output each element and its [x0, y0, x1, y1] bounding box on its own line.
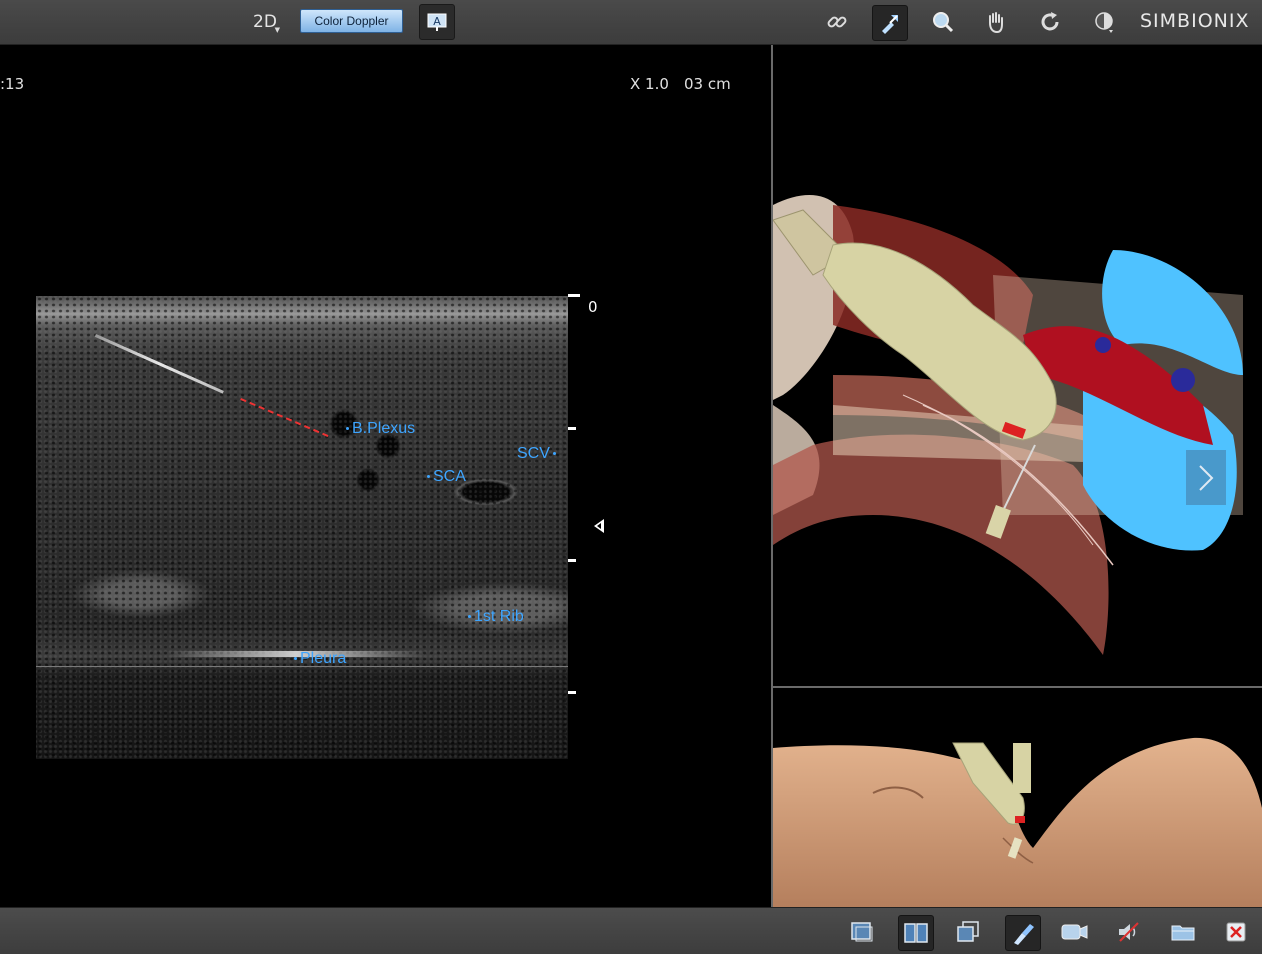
single-view-icon — [851, 922, 873, 942]
close-button[interactable] — [1219, 915, 1253, 949]
color-doppler-button[interactable]: Color Doppler — [300, 9, 403, 33]
overlay-view-icon — [957, 921, 979, 942]
label-scv-text: SCV — [517, 445, 550, 462]
label-b-plexus-text: B.Plexus — [352, 420, 416, 437]
folder-icon — [1171, 925, 1195, 941]
overlay-view-button[interactable] — [951, 915, 985, 949]
anatomy-3d-render — [773, 195, 1243, 655]
label-sca-text: SCA — [433, 468, 466, 485]
mode-2d-dropdown[interactable]: 2D ▼ — [248, 8, 282, 36]
link-icon — [827, 16, 847, 28]
depth-scale-zero: 0 — [588, 298, 598, 316]
pan-hand-icon — [989, 12, 1003, 34]
folder-button[interactable] — [1166, 915, 1200, 949]
sound-button[interactable] — [1112, 915, 1146, 949]
camera-button[interactable] — [1058, 915, 1092, 949]
mannequin-view[interactable] — [773, 688, 1262, 907]
timer-readout: :13 — [0, 75, 25, 93]
label-first-rib: 1st Rib — [468, 608, 524, 626]
brand-logo: SIMBIONIX — [1140, 10, 1250, 32]
probe-view-button[interactable] — [1005, 915, 1041, 951]
sound-icon — [1119, 922, 1139, 942]
svg-text:A: A — [433, 15, 441, 28]
rotate-button[interactable] — [1033, 5, 1067, 39]
probe-tool-icon — [882, 15, 898, 34]
label-sca: SCA — [427, 468, 466, 486]
anatomy-3d-view[interactable] — [773, 45, 1262, 686]
rotate-icon — [1041, 12, 1059, 31]
chevron-right-icon — [1199, 464, 1214, 491]
label-b-plexus: B.Plexus — [346, 420, 415, 438]
zoom-icon — [933, 12, 954, 33]
label-pleura: Pleura — [294, 650, 346, 668]
camera-icon — [1061, 924, 1088, 940]
label-scv: SCV — [517, 445, 559, 463]
close-icon — [1226, 922, 1246, 942]
ultrasound-image[interactable] — [36, 296, 568, 759]
depth-scale-tick — [568, 427, 576, 430]
depth-scale-tick — [568, 691, 576, 694]
chevron-down-icon: ▼ — [274, 26, 280, 34]
zoom-button[interactable] — [926, 5, 960, 39]
pan-button[interactable] — [979, 5, 1013, 39]
speckle-texture — [36, 296, 568, 759]
next-view-button[interactable] — [1186, 450, 1226, 505]
link-button[interactable] — [820, 5, 854, 39]
depth-scale-tick — [568, 559, 576, 562]
probe-tool-button[interactable] — [872, 5, 908, 41]
focus-marker-icon[interactable] — [594, 519, 604, 533]
depth-scale-tick — [568, 294, 580, 297]
zoom-readout: X 1.0 — [630, 75, 669, 93]
mode-label: 2D — [253, 12, 277, 32]
depth-readout: 03 cm — [684, 75, 731, 93]
contrast-icon — [1095, 12, 1113, 33]
mannequin-render — [773, 737, 1262, 907]
annotation-button[interactable]: A — [419, 4, 455, 40]
top-toolbar: 2D ▼ Color Doppler A SIMBIONIX — [0, 0, 1262, 45]
label-pleura-text: Pleura — [300, 650, 347, 667]
split-view-button[interactable] — [898, 915, 934, 951]
probe-view-icon — [1014, 924, 1034, 945]
split-view-icon — [904, 923, 928, 943]
annotation-icon: A — [427, 13, 447, 31]
color-doppler-label: Color Doppler — [314, 14, 389, 28]
contrast-button[interactable] — [1087, 5, 1121, 39]
label-first-rib-text: 1st Rib — [474, 608, 524, 625]
single-view-button[interactable] — [845, 915, 879, 949]
